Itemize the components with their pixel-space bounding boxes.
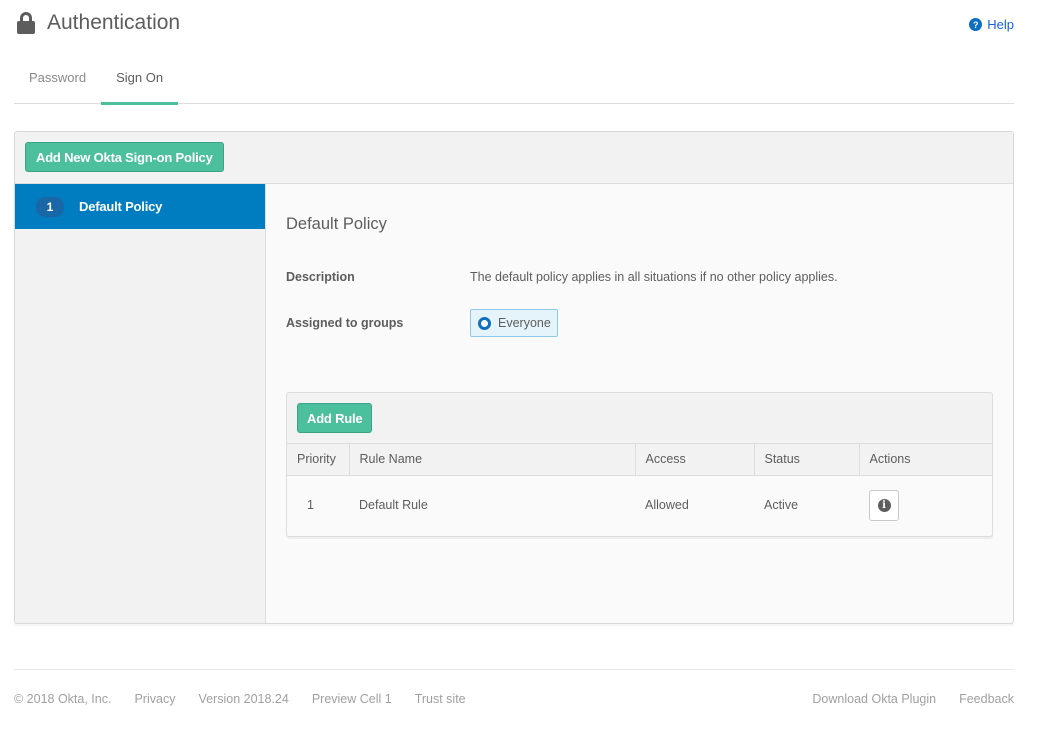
policy-details: Default Policy Description The default p…	[266, 184, 1013, 623]
rule-name: Default Rule	[349, 475, 635, 535]
footer-feedback-link[interactable]: Feedback	[959, 692, 1014, 706]
description-row: Description The default policy applies i…	[286, 270, 838, 284]
policy-priority-badge: 1	[36, 197, 64, 217]
footer-right: Download Okta Plugin Feedback	[812, 692, 1014, 706]
table-row: 1 Default Rule Allowed Active i	[287, 475, 992, 535]
policies-toolbar: Add New Okta Sign-on Policy	[15, 132, 1013, 184]
tab-bar: Password Sign On	[14, 62, 1014, 104]
policy-list: 1 Default Policy	[15, 184, 266, 623]
tab-sign-on[interactable]: Sign On	[101, 62, 178, 104]
rule-info-button[interactable]: i	[869, 490, 899, 521]
rule-actions: i	[859, 475, 992, 535]
title-row: Authentication	[14, 8, 180, 38]
rules-panel: Add Rule Priority Rule Name Access Statu…	[286, 392, 993, 537]
description-label: Description	[286, 270, 470, 284]
assigned-groups-label: Assigned to groups	[286, 316, 470, 330]
tab-password[interactable]: Password	[14, 62, 101, 104]
footer-copyright: © 2018 Okta, Inc.	[14, 692, 111, 706]
footer-cell: Preview Cell 1	[312, 692, 392, 706]
policy-list-item-label: Default Policy	[79, 199, 162, 214]
column-header-status[interactable]: Status	[754, 444, 859, 475]
add-rule-button[interactable]: Add Rule	[297, 403, 372, 433]
help-link[interactable]: ? Help	[969, 17, 1014, 32]
info-icon: i	[878, 499, 891, 512]
policy-list-item-default[interactable]: 1 Default Policy	[15, 184, 265, 229]
group-chip-everyone[interactable]: Everyone	[470, 309, 558, 337]
lock-icon	[17, 12, 35, 34]
description-value: The default policy applies in all situat…	[470, 270, 838, 284]
rules-table-header: Priority Rule Name Access Status Actions	[287, 444, 992, 475]
policy-title: Default Policy	[286, 215, 387, 234]
column-header-priority[interactable]: Priority	[287, 444, 349, 475]
help-label: Help	[987, 17, 1014, 32]
rule-status: Active	[754, 475, 859, 535]
footer-version: Version 2018.24	[198, 692, 288, 706]
footer-privacy-link[interactable]: Privacy	[134, 692, 175, 706]
group-icon	[478, 317, 491, 330]
add-sign-on-policy-button[interactable]: Add New Okta Sign-on Policy	[25, 142, 224, 172]
sign-on-policies-panel: Add New Okta Sign-on Policy 1 Default Po…	[14, 131, 1014, 624]
column-header-actions: Actions	[859, 444, 992, 475]
rules-table: Priority Rule Name Access Status Actions…	[287, 444, 992, 535]
footer-download-plugin-link[interactable]: Download Okta Plugin	[812, 692, 936, 706]
footer-left: © 2018 Okta, Inc. Privacy Version 2018.2…	[14, 692, 489, 706]
page-footer: © 2018 Okta, Inc. Privacy Version 2018.2…	[14, 669, 1014, 729]
column-header-access[interactable]: Access	[635, 444, 754, 475]
group-chip-label: Everyone	[498, 316, 551, 330]
rules-toolbar: Add Rule	[287, 393, 992, 444]
column-header-rule-name[interactable]: Rule Name	[349, 444, 635, 475]
page-title: Authentication	[47, 11, 180, 35]
rule-priority: 1	[287, 475, 349, 535]
page-header: Authentication ? Help Password Sign On	[14, 0, 1014, 104]
footer-trust-site-link[interactable]: Trust site	[415, 692, 466, 706]
assigned-groups-row: Assigned to groups Everyone	[286, 309, 558, 337]
help-icon: ?	[969, 18, 982, 31]
rule-access: Allowed	[635, 475, 754, 535]
